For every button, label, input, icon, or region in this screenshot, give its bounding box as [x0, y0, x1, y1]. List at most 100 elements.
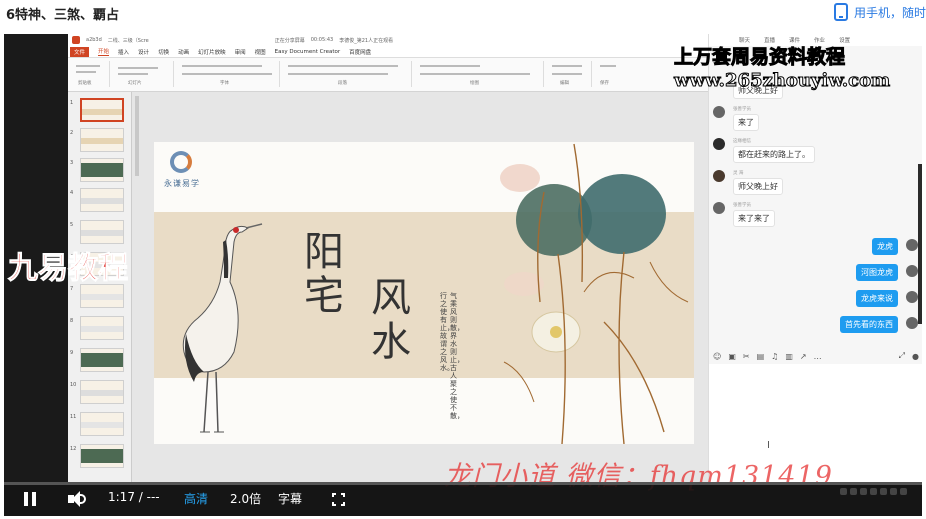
slide-thumb[interactable]: [80, 188, 124, 212]
watermark-top-1: 上万套周易资料教程: [673, 46, 846, 69]
ribbon-group-save[interactable]: 保存: [594, 61, 624, 87]
logo-text: 永谦易学: [164, 179, 200, 188]
slide-thumbnails: 1 2 3 4 5 6 7 8 9 10 11 12: [68, 92, 132, 484]
slide-thumb[interactable]: [80, 98, 124, 122]
slide-number: 3: [70, 160, 74, 166]
chat-bubble-self: 龙虎来说: [856, 290, 898, 307]
chat-scrollbar[interactable]: [918, 164, 922, 324]
tab-easy-document[interactable]: Easy Document Creator: [275, 49, 340, 55]
pause-icon[interactable]: [24, 492, 36, 506]
subtitle-button[interactable]: 字幕: [278, 490, 302, 507]
avatar: [713, 106, 725, 118]
ribbon-group-drawing[interactable]: 绘图: [414, 61, 544, 87]
ribbon-group-font[interactable]: 字体: [176, 61, 280, 87]
more-icon[interactable]: …: [814, 352, 822, 361]
phone-icon: [833, 3, 848, 21]
chat-bubble: 来了来了: [733, 210, 775, 227]
emoji-icon[interactable]: ☺: [713, 352, 721, 361]
quality-button[interactable]: 高清: [184, 490, 208, 507]
tab-design[interactable]: 设计: [138, 48, 149, 56]
slide-thumb[interactable]: [80, 158, 124, 182]
ribbon-group-label: 绘图: [470, 81, 479, 86]
slide-canvas[interactable]: 永谦易学 阳宅 风水 气乘风则散，界水则止，古人聚之使不散， 行之使有止，故谓之…: [154, 142, 694, 444]
system-tray: [840, 488, 918, 508]
ribbon-group-label: 保存: [600, 81, 609, 86]
speed-button[interactable]: 2.0倍: [230, 490, 261, 507]
tab-transitions[interactable]: 切换: [158, 48, 169, 56]
folder-icon[interactable]: ▤: [757, 352, 765, 361]
slide-title-a: 阳宅: [304, 229, 344, 319]
ribbon-group-editing[interactable]: 编辑: [546, 61, 592, 87]
chat-bubble: 师父晚上好: [733, 178, 783, 195]
share-icon[interactable]: ↗: [800, 352, 807, 361]
watermark-top-2: www.265zhouyiw.com: [673, 70, 891, 92]
slide-number: 12: [70, 446, 77, 452]
ribbon: 剪贴板 幻灯片 字体 段落 绘图 编辑 保存: [68, 58, 708, 92]
ppt-workspace: 1 2 3 4 5 6 7 8 9 10 11 12 永谦易学 阳宅 风水 气乘…: [68, 92, 708, 484]
page-title: 6特神、三煞、覇占: [6, 8, 120, 23]
ribbon-group-clipboard[interactable]: 剪贴板: [70, 61, 110, 87]
slide-thumb[interactable]: [80, 444, 124, 468]
time-display: 1:17 / ---: [108, 490, 160, 504]
slide-number: 10: [70, 382, 77, 388]
music-icon[interactable]: ♫: [771, 352, 778, 361]
lotus-illustration: [500, 143, 689, 444]
tab-baidu-disk[interactable]: 百度网盘: [349, 48, 371, 56]
tab-file[interactable]: 文件: [70, 46, 90, 57]
chat-bubble-self: 龙虎: [872, 238, 898, 255]
slide-number: 2: [70, 130, 74, 136]
avatar: [713, 170, 725, 182]
slide-thumb[interactable]: [80, 128, 124, 152]
slide-thumb[interactable]: [80, 412, 124, 436]
thumbnail-scrollbar[interactable]: [134, 92, 140, 484]
tab-insert[interactable]: 插入: [118, 48, 129, 56]
slide-number: 5: [70, 222, 74, 228]
slide-thumb[interactable]: [80, 284, 124, 308]
crane-illustration: [182, 223, 263, 433]
tab-view[interactable]: 视图: [255, 48, 266, 56]
avatar: [906, 291, 918, 303]
chat-bubble-self: 首先看的东西: [840, 316, 898, 333]
screenshot-icon[interactable]: ✂: [743, 352, 750, 361]
ribbon-group-label: 字体: [220, 81, 229, 86]
file-icon[interactable]: ▥: [785, 352, 793, 361]
page-header: 6特神、三煞、覇占 用手机，随时: [0, 0, 926, 28]
ribbon-group-slides[interactable]: 幻灯片: [112, 61, 174, 87]
chat-sender: 张善学员: [733, 107, 751, 112]
video-player[interactable]: a2b3d 二线、三级（Scre 正在分享屏幕 00:05:43 李德俊_第21…: [4, 34, 922, 516]
chat-sender: 张善学员: [733, 203, 751, 208]
avatar: [906, 239, 918, 251]
ribbon-tabs: 文件 开始 插入 设计 切换 动画 幻灯片放映 审阅 视图 Easy Docum…: [68, 46, 708, 58]
logo-icon: [170, 151, 192, 173]
slide-thumb[interactable]: [80, 316, 124, 340]
chat-toolbar: ☺ ▣ ✂ ▤ ♫ ▥ ↗ … ⤢ ●: [713, 350, 919, 362]
slide-thumb[interactable]: [80, 348, 124, 372]
tab-review[interactable]: 审阅: [235, 48, 246, 56]
avatar: [713, 138, 725, 150]
slide-number: 11: [70, 414, 77, 420]
slide-thumb[interactable]: [80, 220, 124, 244]
tab-animations[interactable]: 动画: [178, 48, 189, 56]
slide-poem-line-1: 气乘风则散，界水则止，古人聚之使不散，: [450, 292, 464, 420]
tab-home[interactable]: 开始: [98, 47, 110, 56]
progress-bar[interactable]: [4, 482, 922, 485]
fullscreen-icon[interactable]: [332, 493, 345, 506]
expand-icon[interactable]: ⤢: [899, 351, 905, 361]
chat-bubble: 来了: [733, 114, 759, 131]
avatar: [713, 202, 725, 214]
image-icon[interactable]: ▣: [728, 352, 736, 361]
tab-slideshow[interactable]: 幻灯片放映: [198, 48, 226, 56]
chat-sender: 这缘相信: [733, 139, 751, 144]
slide-number: 1: [70, 100, 74, 106]
text-cursor: I: [767, 440, 770, 451]
ribbon-group-paragraph[interactable]: 段落: [282, 61, 412, 87]
slide-thumb[interactable]: [80, 380, 124, 404]
volume-icon[interactable]: [68, 491, 86, 507]
ppt-titlebar: a2b3d 二线、三级（Scre 正在分享屏幕 00:05:43 李德俊_第21…: [68, 34, 708, 46]
ribbon-group-label: 段落: [338, 81, 347, 86]
mobile-link-label: 用手机，随时: [853, 5, 926, 20]
slide-number: 4: [70, 190, 74, 196]
record-icon[interactable]: ●: [912, 352, 919, 361]
ppt-app-icon: [72, 36, 80, 44]
mobile-link[interactable]: 用手机，随时: [833, 3, 926, 21]
